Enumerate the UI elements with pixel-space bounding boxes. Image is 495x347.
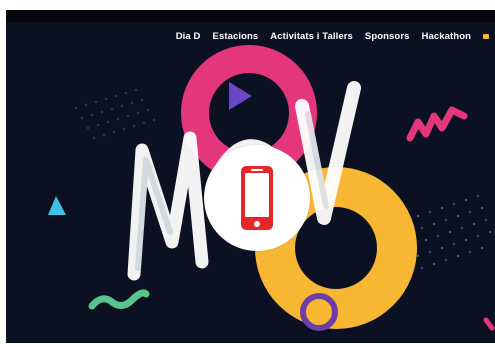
nav-activitats-tallers[interactable]: Activitats i Tallers	[270, 31, 353, 42]
page-frame: Dia D Estacions Activitats i Tallers Spo…	[6, 10, 495, 343]
main-nav: Dia D Estacions Activitats i Tallers Spo…	[176, 22, 495, 50]
cyan-triangle	[48, 196, 66, 215]
nav-hackathon[interactable]: Hackathon	[422, 31, 471, 42]
mobile-phone-icon	[241, 166, 273, 230]
pink-squiggle	[406, 106, 468, 142]
mobile-view-badge	[204, 145, 310, 251]
nav-sponsors[interactable]: Sponsors	[365, 31, 410, 42]
pink-mark-right	[483, 317, 495, 331]
nav-accent-marker	[483, 33, 489, 39]
dot-pattern-left	[74, 88, 156, 140]
nav-estacions[interactable]: Estacions	[213, 31, 259, 42]
green-squiggle	[88, 289, 150, 310]
purple-triangle	[229, 82, 252, 110]
dot-pattern-right	[404, 194, 492, 270]
nav-dia-d[interactable]: Dia D	[176, 31, 201, 42]
